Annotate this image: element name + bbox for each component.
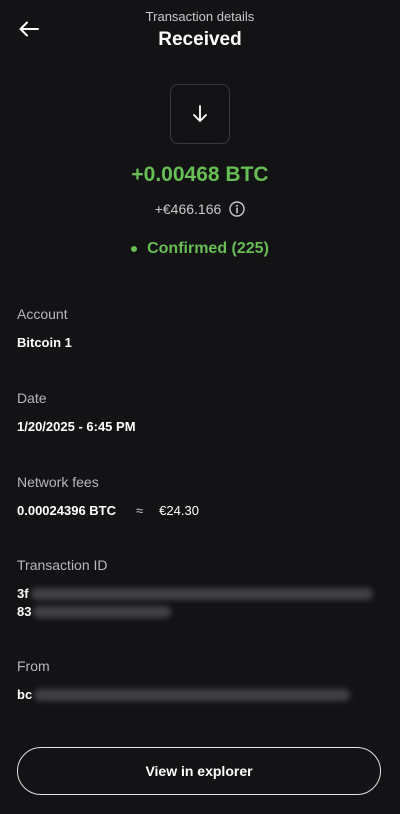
date-field: Date 1/20/2025 - 6:45 PM xyxy=(17,390,383,434)
network-fees-row: 0.00024396 BTC ≈ €24.30 xyxy=(17,503,383,518)
transaction-id-line: 3f xyxy=(17,586,383,601)
transaction-id-line: 83 xyxy=(17,604,383,619)
from-value[interactable]: bc xyxy=(17,687,383,702)
status-badge: Confirmed (225) xyxy=(0,240,400,258)
from-address-prefix: bc xyxy=(17,687,33,702)
transaction-amount: +0.00468 BTC xyxy=(131,163,269,186)
status-dot-icon xyxy=(131,246,138,252)
info-icon[interactable] xyxy=(229,201,245,217)
account-label: Account xyxy=(17,306,68,322)
transaction-id-prefix-2: 83 xyxy=(17,604,32,619)
approx-symbol: ≈ xyxy=(136,503,144,518)
fiat-amount: +€466.166 xyxy=(154,201,222,217)
view-in-explorer-button[interactable]: View in explorer xyxy=(17,747,381,795)
redacted-text xyxy=(34,688,351,701)
redacted-text xyxy=(33,605,172,618)
network-fees-crypto: 0.00024396 BTC xyxy=(17,503,117,518)
date-value: 1/20/2025 - 6:45 PM xyxy=(17,419,136,434)
arrow-down-icon xyxy=(193,105,207,122)
redacted-text xyxy=(30,587,373,600)
transaction-id-label: Transaction ID xyxy=(17,557,108,573)
from-address-line: bc xyxy=(17,687,383,702)
header: Transaction details Received xyxy=(0,0,400,60)
network-fees-label: Network fees xyxy=(17,474,99,490)
fiat-amount-row: +€466.166 xyxy=(0,201,400,217)
network-fees-fiat: €24.30 xyxy=(159,503,199,518)
transaction-id-value[interactable]: 3f 83 xyxy=(17,586,383,619)
transaction-id-field: Transaction ID 3f 83 xyxy=(17,557,383,622)
account-field: Account Bitcoin 1 xyxy=(17,306,383,350)
account-value: Bitcoin 1 xyxy=(17,335,72,350)
network-fees-field: Network fees 0.00024396 BTC ≈ €24.30 xyxy=(17,474,383,518)
date-label: Date xyxy=(17,390,47,406)
header-subtitle: Transaction details xyxy=(145,9,255,24)
from-label: From xyxy=(17,658,50,674)
transaction-id-prefix-1: 3f xyxy=(17,586,29,601)
page-title: Received xyxy=(158,29,242,50)
transaction-type-badge xyxy=(170,84,230,144)
status-text: Confirmed (225) xyxy=(147,240,269,257)
from-field: From bc xyxy=(17,658,383,705)
